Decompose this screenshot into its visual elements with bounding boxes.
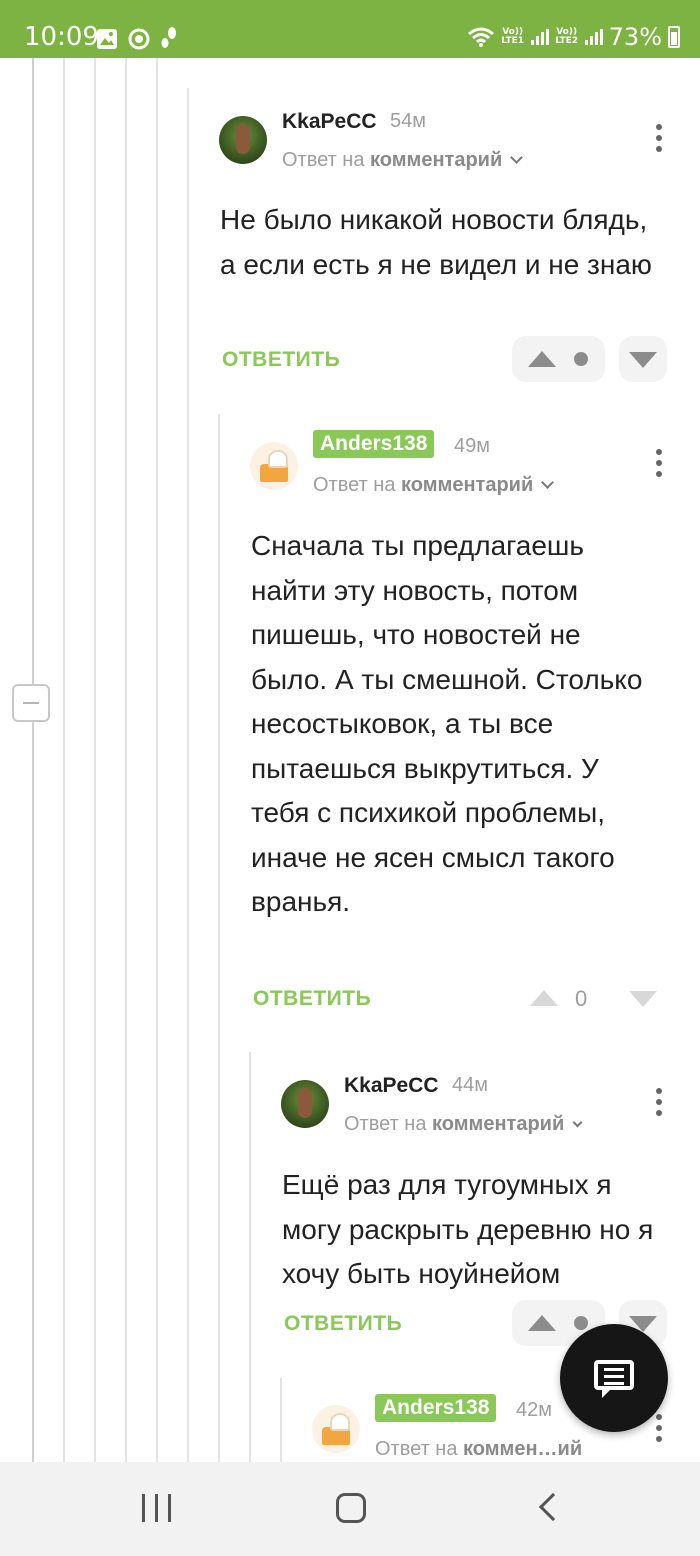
status-time: 10:09	[24, 22, 99, 52]
rating-dot	[574, 352, 588, 366]
status-icons: Vo)) LTE1 Vo)) LTE2 73%	[467, 22, 680, 52]
reply-to-link[interactable]: Ответ на комментарий	[313, 474, 555, 497]
status-bar: 10:09 Vo)) LTE1 Vo)) LTE2 73%	[0, 0, 700, 58]
more-options-icon[interactable]	[655, 449, 663, 483]
thread-line[interactable]	[187, 88, 189, 1462]
reply-to-link[interactable]: Ответ на комментарий	[344, 1113, 583, 1136]
signal-1-icon	[530, 29, 549, 45]
reply-to-link[interactable]: Ответ на комментарий	[282, 149, 524, 172]
more-options-icon[interactable]	[655, 124, 663, 158]
avatar[interactable]	[250, 442, 298, 490]
battery-percent: 73%	[608, 23, 662, 51]
thread-line[interactable]	[32, 58, 34, 1462]
reply-target[interactable]: комментарий	[370, 149, 502, 171]
reply-button[interactable]: ОТВЕТИТЬ	[284, 1312, 402, 1336]
reply-target[interactable]: комментарий	[432, 1113, 564, 1135]
more-options-icon[interactable]	[655, 1088, 663, 1122]
reply-button[interactable]: ОТВЕТИТЬ	[253, 987, 371, 1011]
thread-line[interactable]	[125, 58, 127, 1462]
sim1-label: Vo)) LTE1	[501, 27, 525, 46]
navigation-bar	[0, 1462, 700, 1556]
back-button[interactable]	[538, 1492, 568, 1522]
chat-icon	[594, 1360, 634, 1398]
chevron-down-icon	[541, 476, 555, 489]
reply-button[interactable]: ОТВЕТИТЬ	[222, 348, 340, 372]
thread-line[interactable]	[156, 58, 158, 1462]
thread-line[interactable]	[249, 1052, 251, 1462]
comment-time: 49м	[454, 435, 490, 457]
reply-to-label: Ответ на	[313, 474, 396, 496]
avatar[interactable]	[312, 1405, 360, 1453]
upvote-icon[interactable]	[528, 1315, 556, 1331]
sync-icon	[128, 28, 150, 50]
gallery-icon	[97, 29, 117, 49]
steps-icon	[161, 27, 176, 48]
username[interactable]: KkaPeCC	[282, 110, 377, 134]
comment-time: 42м	[516, 1399, 552, 1421]
thread-line[interactable]	[63, 58, 65, 1462]
sim2-label: Vo)) LTE2	[555, 27, 579, 46]
write-comment-button[interactable]	[560, 1324, 668, 1432]
reply-to-label: Ответ на	[344, 1113, 427, 1135]
reply-target[interactable]: коммен…ий	[463, 1438, 582, 1460]
thread-line[interactable]	[94, 58, 96, 1462]
downvote-icon[interactable]	[629, 352, 657, 368]
wifi-icon	[467, 27, 494, 47]
rating-value: 0	[575, 986, 588, 1011]
upvote-icon[interactable]	[528, 351, 556, 367]
vote-pill	[512, 336, 605, 382]
avatar[interactable]	[219, 116, 267, 164]
chevron-down-icon	[572, 1117, 583, 1128]
username[interactable]: Anders138	[313, 430, 435, 458]
reply-to-label: Ответ на	[282, 149, 365, 171]
home-button[interactable]	[336, 1493, 366, 1523]
reply-target[interactable]: комментарий	[401, 474, 533, 496]
chevron-down-icon	[510, 151, 524, 164]
reply-to-label: Ответ на	[375, 1438, 458, 1460]
collapse-thread-button[interactable]	[12, 684, 50, 722]
avatar[interactable]	[281, 1080, 329, 1128]
battery-icon	[668, 26, 680, 48]
reply-to-link[interactable]: Ответ на коммен…ий	[375, 1438, 582, 1461]
more-options-icon[interactable]	[655, 1414, 663, 1448]
comment-text: Ещё раз для тугоумных я могу раскрыть де…	[282, 1169, 654, 1289]
username[interactable]: KkaPeCC	[344, 1074, 439, 1098]
signal-2-icon	[584, 29, 603, 45]
comment-text: Сначала ты предлагаешь найти эту новость…	[251, 530, 643, 917]
rating-dot	[574, 1316, 588, 1330]
upvote-icon[interactable]	[530, 990, 558, 1006]
thread-line[interactable]	[280, 1378, 282, 1462]
username[interactable]: Anders138	[375, 1394, 497, 1422]
comment-time: 44м	[452, 1074, 488, 1096]
comment-time: 54м	[390, 110, 426, 132]
downvote-button[interactable]	[619, 336, 667, 382]
recent-apps-button[interactable]	[142, 1494, 172, 1522]
comment-text: Не было никакой новости блядь, а если ес…	[220, 204, 652, 280]
thread-line[interactable]	[218, 414, 220, 1462]
downvote-icon[interactable]	[629, 991, 657, 1007]
